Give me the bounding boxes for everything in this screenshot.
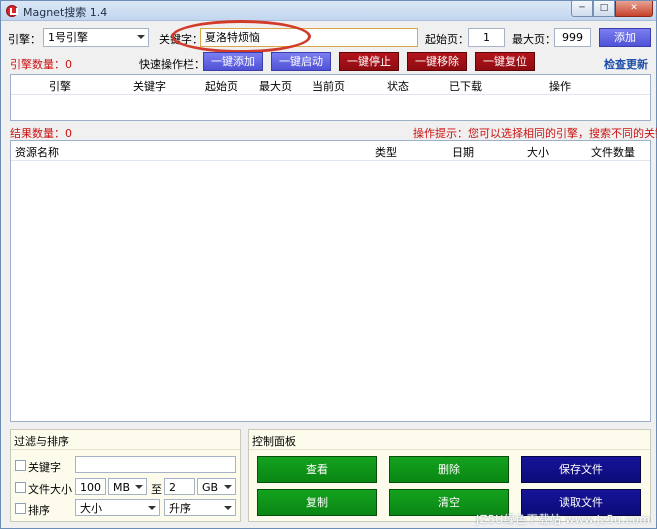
- stop-all-button[interactable]: 一键停止: [339, 52, 399, 71]
- column-header-file-count[interactable]: 文件数量: [591, 144, 635, 160]
- size-max-unit-select[interactable]: GB: [197, 478, 236, 495]
- column-header-date[interactable]: 日期: [452, 144, 474, 160]
- delete-button[interactable]: 删除: [389, 456, 509, 483]
- sort-order-select[interactable]: 升序: [164, 499, 236, 516]
- operation-hint: 操作提示：您可以选择相同的引擎，搜索不同的关键字: [413, 127, 657, 140]
- add-button[interactable]: 添加: [599, 28, 651, 47]
- engine-select-value: 1号引擎: [48, 31, 88, 44]
- keyword-filter-checkbox[interactable]: [15, 460, 26, 471]
- filter-sort-title: 过滤与排序: [11, 430, 240, 450]
- chevron-down-icon: [135, 485, 143, 489]
- size-max-input[interactable]: 2: [164, 478, 195, 495]
- site-watermark: JZ5U绿色下载站 www.jz5u.com: [476, 513, 651, 526]
- size-range-to-label: 至: [151, 483, 162, 496]
- engine-count: 引擎数量：0: [10, 58, 72, 71]
- title-bar: Magnet搜索 1.4 ─ □ ✕: [1, 1, 656, 21]
- column-header-start-page[interactable]: 起始页: [205, 78, 238, 94]
- sort-checkbox[interactable]: [15, 503, 26, 514]
- copy-button[interactable]: 复制: [257, 489, 377, 516]
- engine-table-header: 引擎 关键字 起始页 最大页 当前页 状态 已下载 操作: [11, 75, 650, 95]
- engine-table[interactable]: 引擎 关键字 起始页 最大页 当前页 状态 已下载 操作: [10, 74, 651, 121]
- column-header-current-page[interactable]: 当前页: [312, 78, 345, 94]
- column-header-resource-name[interactable]: 资源名称: [15, 144, 59, 160]
- maximize-button[interactable]: □: [593, 1, 615, 17]
- chevron-down-icon: [224, 485, 232, 489]
- column-header-engine[interactable]: 引擎: [49, 78, 71, 94]
- size-filter-label: 文件大小: [28, 483, 72, 496]
- engine-label: 引擎：: [8, 33, 41, 46]
- chevron-down-icon: [137, 35, 145, 39]
- window-title: Magnet搜索 1.4: [23, 6, 108, 19]
- control-panel-title: 控制面板: [249, 430, 650, 450]
- minimize-button[interactable]: ─: [571, 1, 593, 17]
- chevron-down-icon: [224, 506, 232, 510]
- app-logo-icon: [6, 5, 18, 17]
- size-min-input[interactable]: 100: [75, 478, 106, 495]
- engine-select[interactable]: 1号引擎: [43, 28, 149, 47]
- results-table-header: 资源名称 类型 日期 大小 文件数量: [11, 141, 650, 161]
- result-count: 结果数量：0: [10, 127, 72, 140]
- start-page-label: 起始页：: [425, 33, 469, 46]
- column-header-type[interactable]: 类型: [375, 144, 397, 160]
- column-header-downloaded[interactable]: 已下载: [449, 78, 482, 94]
- results-table[interactable]: 资源名称 类型 日期 大小 文件数量: [10, 140, 651, 422]
- column-header-actions[interactable]: 操作: [549, 78, 571, 94]
- start-all-button[interactable]: 一键启动: [271, 52, 331, 71]
- reset-all-button[interactable]: 一键复位: [475, 52, 535, 71]
- quick-action-label: 快速操作栏：: [139, 58, 205, 71]
- sort-by-select[interactable]: 大小: [75, 499, 160, 516]
- sort-by-value: 大小: [80, 502, 102, 515]
- close-button[interactable]: ✕: [615, 1, 653, 17]
- view-button[interactable]: 查看: [257, 456, 377, 483]
- size-min-unit-select[interactable]: MB: [108, 478, 147, 495]
- check-update-link[interactable]: 检查更新: [604, 56, 648, 72]
- sort-label: 排序: [28, 504, 50, 517]
- column-header-max-page[interactable]: 最大页: [259, 78, 292, 94]
- column-header-size[interactable]: 大小: [527, 144, 549, 160]
- column-header-status[interactable]: 状态: [387, 78, 409, 94]
- chevron-down-icon: [148, 506, 156, 510]
- main-window: Magnet搜索 1.4 ─ □ ✕ 引擎： 1号引擎 关键字： 夏洛特烦恼 起…: [0, 0, 657, 529]
- add-all-button[interactable]: 一键添加: [203, 52, 263, 71]
- keyword-filter-label: 关键字: [28, 461, 61, 474]
- keyword-filter-input[interactable]: [75, 456, 236, 473]
- save-file-button[interactable]: 保存文件: [521, 456, 641, 483]
- remove-all-button[interactable]: 一键移除: [407, 52, 467, 71]
- start-page-input[interactable]: 1: [468, 28, 505, 47]
- size-min-unit-value: MB: [113, 481, 131, 494]
- size-max-unit-value: GB: [202, 481, 219, 494]
- max-page-input[interactable]: 999: [554, 28, 591, 47]
- max-page-label: 最大页：: [512, 33, 556, 46]
- size-filter-checkbox[interactable]: [15, 482, 26, 493]
- highlight-annotation: [171, 20, 311, 53]
- sort-order-value: 升序: [169, 502, 191, 515]
- column-header-keyword[interactable]: 关键字: [133, 78, 166, 94]
